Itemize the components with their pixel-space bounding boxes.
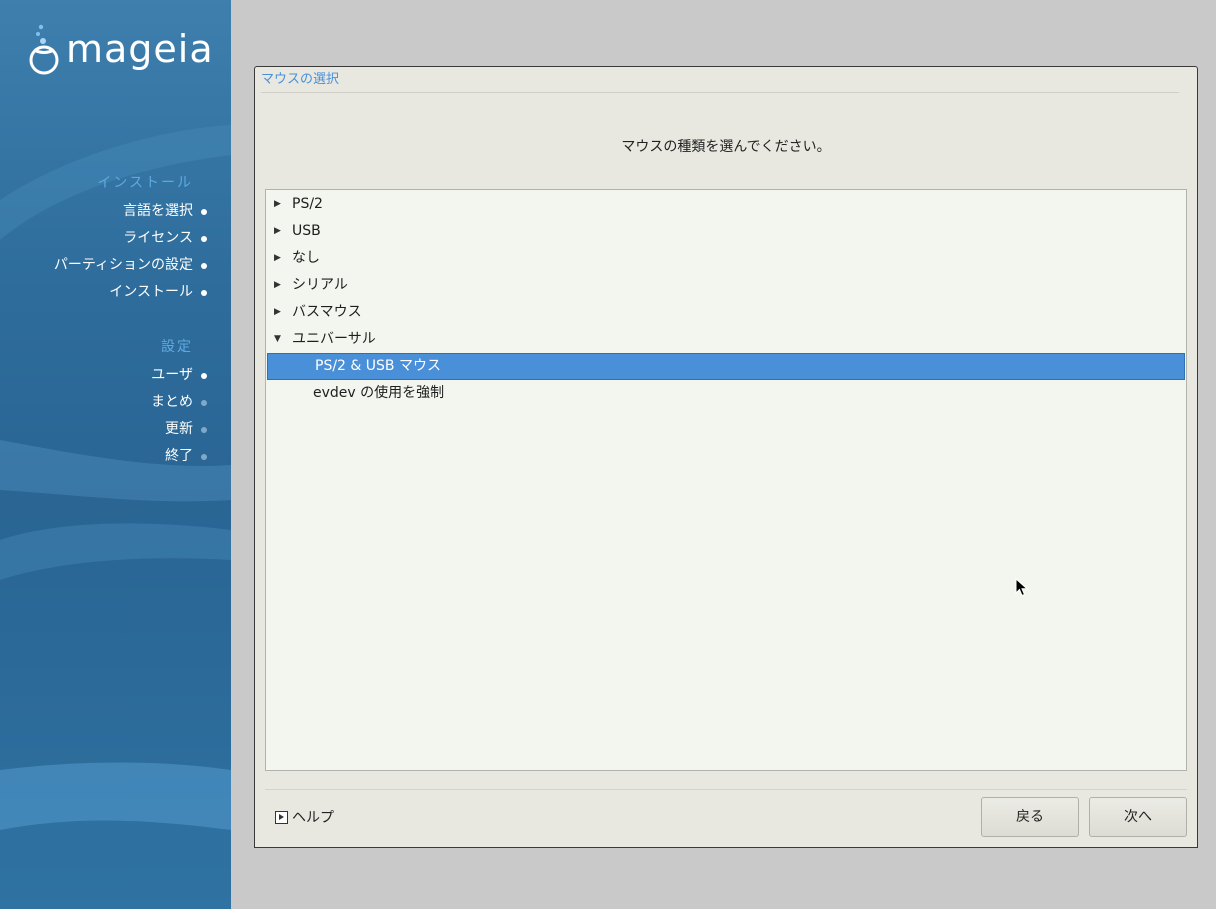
step-pending-dot-icon (201, 427, 207, 433)
step-language: 言語を選択 (54, 198, 207, 225)
tree-item-label: PS/2 & USB マウス (315, 358, 441, 374)
expand-arrow-icon[interactable]: ▶ (274, 191, 281, 218)
step-label: インストール (109, 284, 193, 300)
expand-arrow-icon[interactable]: ▶ (274, 218, 281, 245)
back-button[interactable]: 戻る (981, 797, 1079, 837)
tree-item-serial[interactable]: ▶ シリアル (266, 272, 1186, 299)
step-done-dot-icon (201, 373, 207, 379)
step-label: 更新 (165, 421, 193, 437)
expand-arrow-icon[interactable]: ▶ (274, 272, 281, 299)
tree-item-busmouse[interactable]: ▶ バスマウス (266, 299, 1186, 326)
step-label: 終了 (165, 448, 193, 464)
mageia-cauldron-icon (29, 24, 59, 75)
step-label: 言語を選択 (123, 203, 193, 219)
tree-item-label: USB (292, 223, 321, 239)
collapse-arrow-icon[interactable]: ▼ (274, 326, 281, 353)
tree-item-label: PS/2 (292, 196, 323, 212)
logo-text: mageia (66, 27, 214, 71)
mageia-logo: mageia (26, 22, 214, 76)
next-button[interactable]: 次へ (1089, 797, 1187, 837)
tree-item-none[interactable]: ▶ なし (266, 245, 1186, 272)
tree-item-label: バスマウス (292, 304, 362, 320)
step-users: ユーザ (151, 362, 207, 389)
step-pending-dot-icon (201, 400, 207, 406)
tree-item-label: ユニバーサル (292, 331, 376, 347)
tree-item-label: シリアル (292, 277, 348, 293)
help-expander-icon[interactable] (275, 810, 288, 824)
prompt-text: マウスの種類を選んでください。 (621, 139, 831, 155)
settings-steps: 設定 ユーザ まとめ 更新 終了 (151, 336, 207, 470)
step-summary: まとめ (151, 389, 207, 416)
step-updates: 更新 (151, 416, 207, 443)
tree-item-force-evdev[interactable]: evdev の使用を強制 (266, 380, 1186, 407)
step-license: ライセンス (54, 225, 207, 252)
tree-item-label: evdev の使用を強制 (313, 385, 445, 401)
step-done-dot-icon (201, 290, 207, 296)
step-done-dot-icon (201, 209, 207, 215)
help-label: ヘルプ (292, 810, 334, 826)
mouse-type-tree[interactable]: ▶ PS/2 ▶ USB ▶ なし ▶ シリアル ▶ バスマウス ▼ ユニバーサ… (265, 189, 1187, 771)
divider (261, 92, 1179, 93)
step-done-dot-icon (201, 236, 207, 242)
step-install: インストール (54, 279, 207, 306)
mouse-selection-panel: マウスの選択 マウスの種類を選んでください。 ▶ PS/2 ▶ USB ▶ なし… (254, 66, 1198, 848)
tree-item-usb[interactable]: ▶ USB (266, 218, 1186, 245)
expand-arrow-icon[interactable]: ▶ (274, 299, 281, 326)
step-done-dot-icon (201, 263, 207, 269)
expand-arrow-icon[interactable]: ▶ (274, 245, 281, 272)
divider (265, 789, 1187, 790)
install-section-header: インストール (97, 175, 193, 191)
tree-item-ps2-usb-mouse[interactable]: PS/2 & USB マウス (267, 353, 1185, 380)
tree-item-ps2[interactable]: ▶ PS/2 (266, 191, 1186, 218)
tree-item-label: なし (292, 250, 320, 266)
step-partitioning: パーティションの設定 (53, 252, 207, 279)
sidebar-background-waves (0, 125, 231, 830)
help-button[interactable]: ヘルプ (275, 807, 334, 827)
step-label: パーティションの設定 (53, 257, 193, 273)
panel-title: マウスの選択 (261, 72, 340, 87)
step-label: ユーザ (151, 367, 193, 383)
sidebar: mageia インストール 言語を選択 ライセンス パーティションの設定 インス… (0, 0, 231, 909)
settings-section-header: 設定 (161, 339, 193, 355)
step-label: まとめ (151, 394, 193, 410)
tree-item-universal[interactable]: ▼ ユニバーサル (266, 326, 1186, 353)
step-finish: 終了 (151, 443, 207, 470)
step-label: ライセンス (123, 230, 193, 246)
mouse-pointer-icon (1015, 578, 1029, 597)
step-pending-dot-icon (201, 454, 207, 460)
install-steps: インストール 言語を選択 ライセンス パーティションの設定 インストール (53, 172, 207, 306)
